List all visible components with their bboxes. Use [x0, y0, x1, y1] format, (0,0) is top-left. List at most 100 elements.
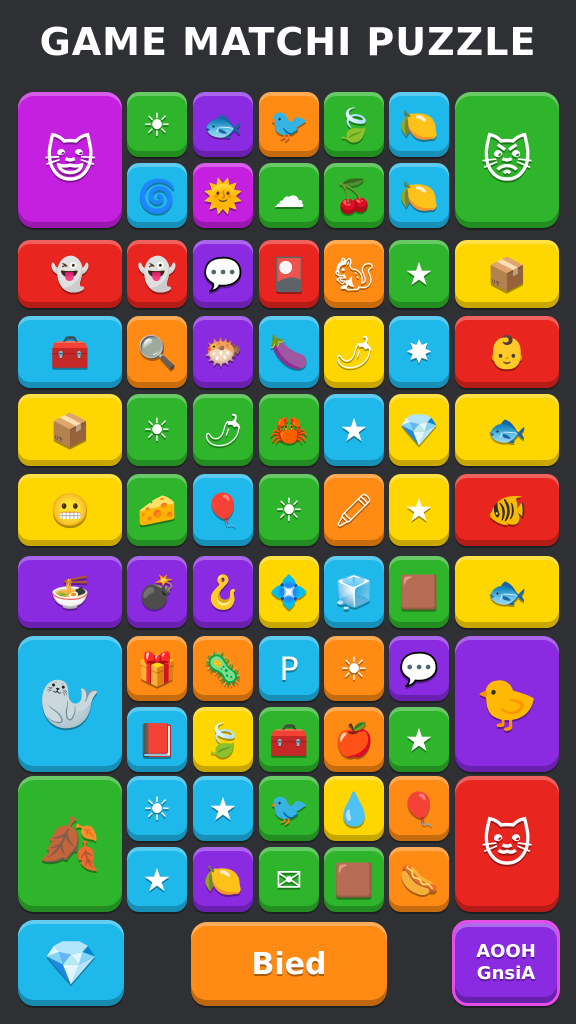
tile-leaf[interactable]: 🍃 — [193, 707, 253, 772]
tile-fish[interactable]: 🐟 — [455, 394, 559, 466]
cheese-icon: 🧀 — [137, 491, 177, 529]
tile-berry[interactable]: 🍒 — [324, 163, 384, 228]
tile-chest[interactable]: 🧰 — [259, 707, 319, 772]
tile-blob[interactable]: 🐡 — [193, 316, 253, 388]
tile-swirl[interactable]: 🌀 — [127, 163, 187, 228]
star-icon: ★ — [404, 491, 434, 529]
seal-icon: 🦭 — [38, 675, 102, 733]
tile-sun[interactable]: ☀ — [127, 394, 187, 466]
monster-face-icon: 😾 — [480, 131, 534, 189]
virus-icon: 🦠 — [203, 649, 243, 688]
tile-star[interactable]: ★ — [389, 240, 449, 308]
tile-crayon[interactable]: 🖍 — [324, 474, 384, 546]
tile-drop[interactable]: 💧 — [324, 776, 384, 841]
tile-balloon[interactable]: 🎈 — [193, 474, 253, 546]
tile-bubble[interactable]: 💬 — [389, 636, 449, 701]
bird-icon: 🐦 — [269, 105, 309, 144]
tile-star[interactable]: ★ — [127, 847, 187, 912]
letter-p-icon: P — [279, 649, 299, 688]
tile-cat-face[interactable]: 😺 — [18, 92, 122, 228]
tile-gem[interactable]: 💠 — [259, 556, 319, 628]
tile-ghost[interactable]: 👻 — [127, 240, 187, 308]
tile-star-burst[interactable]: ✸ — [389, 316, 449, 388]
tile-cube[interactable]: 🟫 — [324, 847, 384, 912]
fish-icon: 🐟 — [487, 573, 527, 611]
hook-icon: 🪝 — [203, 573, 243, 611]
powerup-button[interactable]: 💎 — [18, 920, 124, 1006]
tile-block[interactable]: 🟫 — [389, 556, 449, 628]
tile-monster-face[interactable]: 😾 — [455, 92, 559, 228]
blob-icon: 🐡 — [203, 333, 243, 371]
tile-hook[interactable]: 🪝 — [193, 556, 253, 628]
block-icon: 🟫 — [399, 573, 439, 611]
tile-star[interactable]: ★ — [389, 474, 449, 546]
sun-icon: ☀ — [142, 789, 172, 828]
tile-orange-bird[interactable]: 🐦 — [259, 776, 319, 841]
tile-cheese[interactable]: 🧀 — [127, 474, 187, 546]
tile-virus[interactable]: 🦠 — [193, 636, 253, 701]
tile-speech-bubble[interactable]: 💬 — [193, 240, 253, 308]
chest-icon: 🧰 — [269, 720, 309, 759]
tile-fish[interactable]: 🐟 — [193, 92, 253, 157]
tile-bowl[interactable]: 🍜 — [18, 556, 122, 628]
tile-card[interactable]: 🎴 — [259, 240, 319, 308]
balloon-icon: 🎈 — [399, 789, 439, 828]
tile-star[interactable]: ★ — [193, 776, 253, 841]
tile-radish[interactable]: 🌶 — [193, 394, 253, 466]
tile-seal[interactable]: 🦭 — [18, 636, 122, 772]
tile-star[interactable]: ★ — [324, 394, 384, 466]
tile-leaf[interactable]: 🍂 — [18, 776, 122, 912]
tile-fish[interactable]: 🐟 — [455, 556, 559, 628]
tile-envelope[interactable]: ✉ — [259, 847, 319, 912]
tile-pepper[interactable]: 🌶 — [324, 316, 384, 388]
tile-sausage[interactable]: 🌭 — [389, 847, 449, 912]
tile-eggplant[interactable]: 🍆 — [259, 316, 319, 388]
tile-sun[interactable]: ☀ — [127, 92, 187, 157]
tile-magnifier[interactable]: 🔍 — [127, 316, 187, 388]
tile-bird[interactable]: 🐦 — [259, 92, 319, 157]
tile-squirrel[interactable]: 🐿 — [324, 240, 384, 308]
tile-book[interactable]: 📕 — [127, 707, 187, 772]
sun-face-icon: 🌞 — [203, 176, 243, 215]
tile-bird[interactable]: 🐤 — [455, 636, 559, 772]
tile-letter-p[interactable]: P — [259, 636, 319, 701]
tile-sun[interactable]: ☀ — [259, 474, 319, 546]
box-icon: 🎁 — [137, 649, 177, 688]
sausage-icon: 🌭 — [399, 860, 439, 899]
tile-box[interactable]: 🎁 — [127, 636, 187, 701]
star-icon: ★ — [339, 411, 369, 449]
tile-sun[interactable]: ☀ — [127, 776, 187, 841]
ghost-icon: 👻 — [137, 255, 177, 293]
tile-bomb[interactable]: 💣 — [127, 556, 187, 628]
tile-ghost-face[interactable]: 👻 — [18, 240, 122, 308]
leaf-icon: 🍃 — [203, 720, 243, 759]
tile-crab[interactable]: 🦀 — [259, 394, 319, 466]
tile-cloud[interactable]: ☁ — [259, 163, 319, 228]
bied-button[interactable]: Bied — [191, 922, 387, 1006]
tile-cat-face[interactable]: 🐱 — [455, 776, 559, 912]
tile-teeth-face[interactable]: 😬 — [18, 474, 122, 546]
menu-button[interactable]: AOOH GnsiA — [452, 920, 560, 1006]
tile-sun[interactable]: ☀ — [324, 636, 384, 701]
tile-lemon[interactable]: 🍋 — [389, 92, 449, 157]
menu-button-line2: GnsiA — [476, 963, 536, 984]
bied-button-label: Bied — [251, 946, 327, 982]
tile-leaf[interactable]: 🍃 — [324, 92, 384, 157]
tile-apple[interactable]: 🍎 — [324, 707, 384, 772]
tile-crate[interactable]: 📦 — [455, 240, 559, 308]
tile-sun-face[interactable]: 🌞 — [193, 163, 253, 228]
chest-icon: 🧰 — [50, 333, 90, 371]
tile-crystal[interactable]: 💎 — [389, 394, 449, 466]
tile-lemon[interactable]: 🍋 — [389, 163, 449, 228]
tile-chest[interactable]: 🧰 — [18, 316, 122, 388]
fish-face-icon: 🐠 — [487, 491, 527, 529]
teeth-face-icon: 😬 — [50, 491, 90, 529]
tile-fish-face[interactable]: 🐠 — [455, 474, 559, 546]
tile-baby-face[interactable]: 👶 — [455, 316, 559, 388]
tile-lemon[interactable]: 🍋 — [193, 847, 253, 912]
tile-star[interactable]: ★ — [389, 707, 449, 772]
tile-cube[interactable]: 🧊 — [324, 556, 384, 628]
card-icon: 🎴 — [269, 255, 309, 293]
tile-box[interactable]: 📦 — [18, 394, 122, 466]
tile-balloon[interactable]: 🎈 — [389, 776, 449, 841]
